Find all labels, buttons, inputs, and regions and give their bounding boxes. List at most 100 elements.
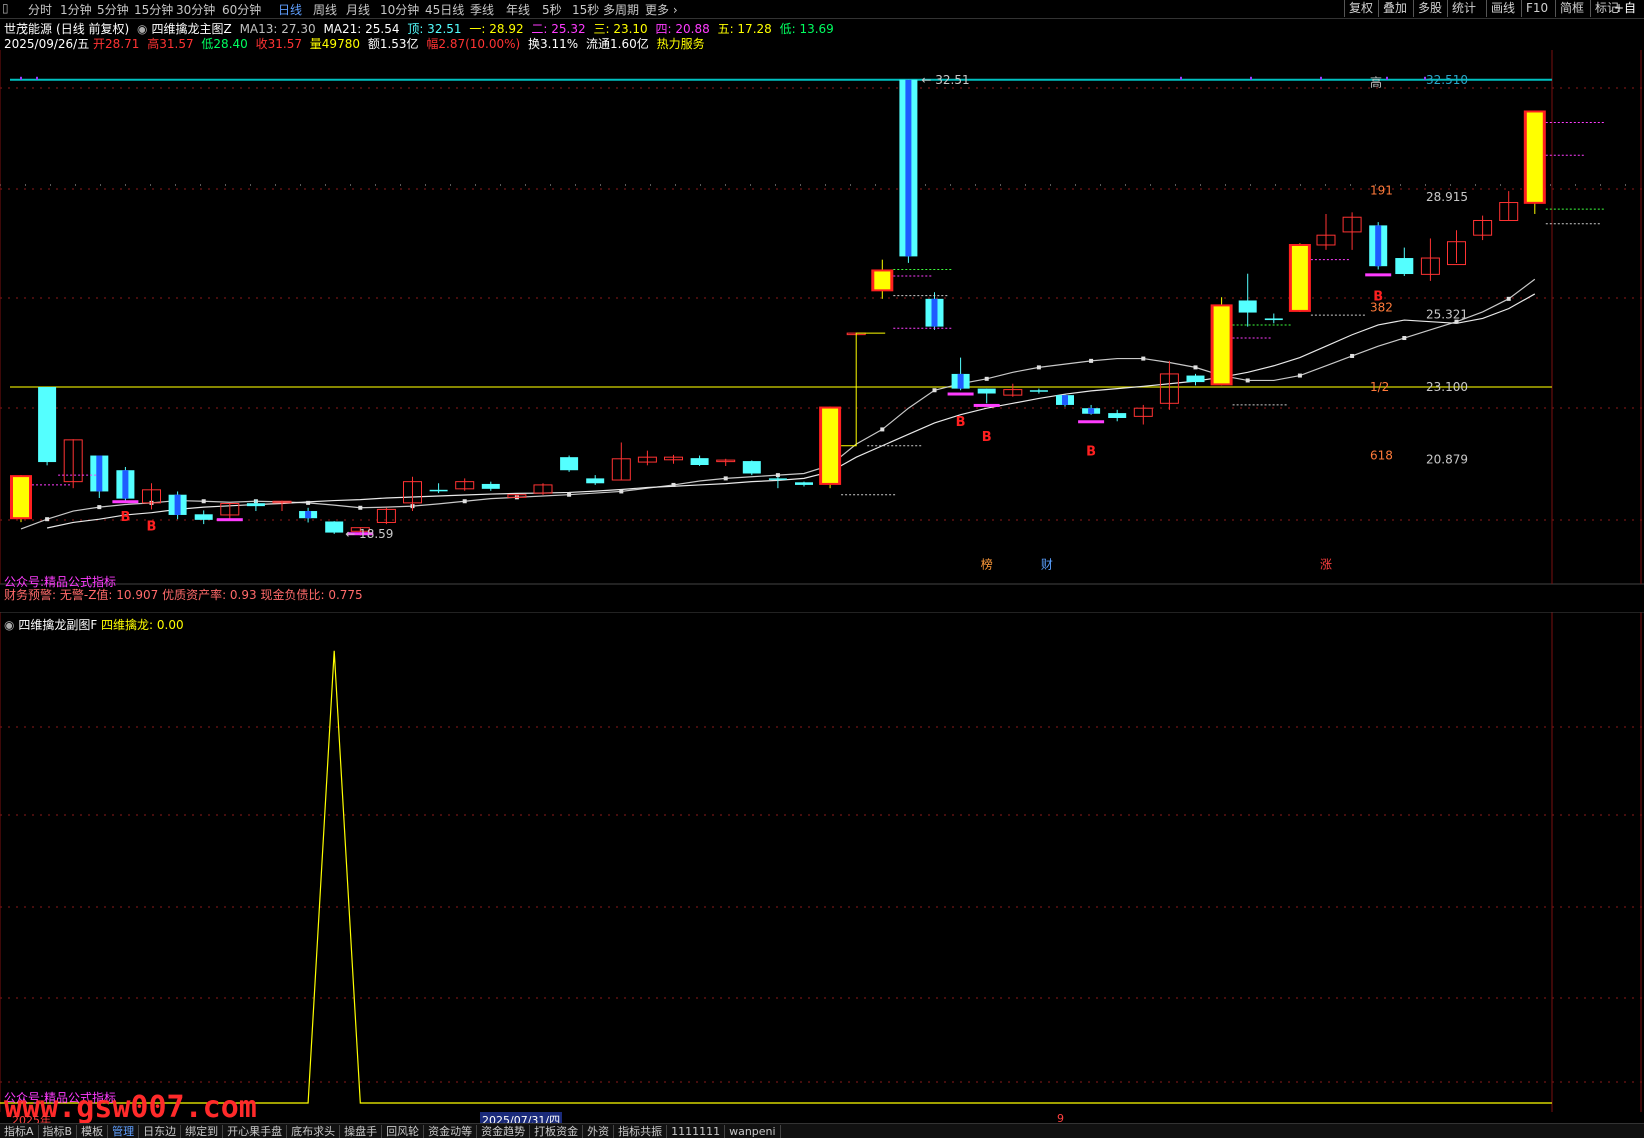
indicator-tab-12[interactable]: 打板资金 bbox=[530, 1125, 584, 1138]
level1-value: 一: 28.92 bbox=[469, 22, 524, 36]
price-label-p4: 20.879 bbox=[1426, 452, 1468, 466]
period-tab-6[interactable]: 日线 bbox=[278, 1, 302, 18]
candle-46 bbox=[1213, 306, 1230, 384]
ma13-value: MA13: 27.30 bbox=[239, 22, 316, 36]
top-tick-3 bbox=[1250, 76, 1252, 80]
ma13-dot-3 bbox=[97, 505, 102, 510]
indicator-tab-11[interactable]: 资金趋势 bbox=[477, 1125, 531, 1138]
period-tab-3[interactable]: 15分钟 bbox=[134, 1, 173, 18]
ma13-dot-11 bbox=[306, 500, 311, 505]
toolbar-button-3[interactable]: 统计 bbox=[1447, 0, 1480, 17]
candle-core-6 bbox=[174, 494, 181, 515]
period-tab-0[interactable]: 分时 bbox=[28, 1, 52, 18]
quote-volume: 量49780 bbox=[309, 37, 360, 51]
period-tab-8[interactable]: 月线 bbox=[346, 1, 370, 18]
quote-close: 收31.57 bbox=[255, 37, 302, 51]
period-tab-10[interactable]: 45日线 bbox=[425, 1, 464, 18]
indicator-tab-2[interactable]: 模板 bbox=[77, 1125, 109, 1138]
candle-core-34 bbox=[905, 79, 912, 257]
toolbar-left-icon[interactable]: ▯ bbox=[2, 1, 9, 15]
period-tab-5[interactable]: 60分钟 bbox=[222, 1, 261, 18]
indicator-name[interactable]: 四维擒龙主图Z bbox=[152, 22, 232, 36]
b-marker-4: B bbox=[1086, 445, 1096, 460]
ma13-dot-37 bbox=[984, 376, 989, 381]
price-label-p2: 25.321 bbox=[1426, 307, 1468, 321]
indicator-tab-1[interactable]: 指标B bbox=[39, 1125, 78, 1138]
period-tab-15[interactable]: 多周期 bbox=[603, 1, 639, 18]
ma13-dot-43 bbox=[1141, 356, 1146, 361]
fib-618: 618 bbox=[1370, 449, 1393, 463]
toolbar-button-2[interactable]: 多股 bbox=[1413, 0, 1446, 17]
period-tab-4[interactable]: 30分钟 bbox=[176, 1, 215, 18]
indicator-tab-3[interactable]: 管理 bbox=[108, 1125, 140, 1138]
ma13-dot-35 bbox=[932, 388, 937, 393]
ma13-dot-25 bbox=[671, 482, 676, 487]
candle-16 bbox=[429, 489, 448, 492]
indicator-tab-15[interactable]: 1111111 bbox=[667, 1125, 726, 1138]
indicator-tab-14[interactable]: 指标共振 bbox=[614, 1125, 668, 1138]
indicator-tab-8[interactable]: 操盘手 bbox=[340, 1125, 383, 1138]
period-tab-7[interactable]: 周线 bbox=[313, 1, 337, 18]
event-cai: 财 bbox=[1041, 557, 1053, 571]
toolbar-button-1[interactable]: 叠加 bbox=[1378, 0, 1411, 17]
toolbar-button-0[interactable]: 复权 bbox=[1344, 0, 1377, 17]
high-tag: 高 bbox=[1370, 75, 1382, 90]
sub-settings-icon[interactable]: ◉ bbox=[4, 618, 14, 632]
quote-float: 流通1.60亿 bbox=[586, 37, 649, 51]
toolbar-button-4[interactable]: 画线 bbox=[1486, 0, 1519, 17]
period-tab-14[interactable]: 15秒 bbox=[572, 1, 599, 18]
candle-33 bbox=[874, 271, 891, 290]
ma13-dot-51 bbox=[1350, 353, 1355, 358]
event-zhang: 涨 bbox=[1320, 556, 1332, 571]
period-tab-1[interactable]: 1分钟 bbox=[60, 1, 92, 18]
period-tab-13[interactable]: 5秒 bbox=[542, 1, 562, 18]
candle-core-35 bbox=[931, 298, 938, 327]
main-candlestick-chart[interactable]: BBBBBB32.51028.91525.32123.10020.8791913… bbox=[0, 50, 1644, 612]
sub-indicator-chart[interactable] bbox=[0, 612, 1644, 1112]
period-tab-16[interactable]: 更多 › bbox=[645, 1, 678, 18]
candle-47 bbox=[1238, 300, 1257, 313]
candle-45 bbox=[1186, 375, 1205, 383]
ma13-dot-1 bbox=[45, 517, 50, 522]
candle-18 bbox=[481, 483, 500, 489]
toolbar-button-5[interactable]: F10 bbox=[1521, 0, 1552, 17]
sub-indicator-name[interactable]: 四维擒龙副图F bbox=[18, 618, 97, 632]
toolbar-button-6[interactable]: 简框 bbox=[1555, 0, 1588, 17]
right-extra[interactable]: +自 bbox=[1610, 0, 1640, 17]
indicator-tab-16[interactable]: wanpeni bbox=[725, 1125, 781, 1138]
candle-42 bbox=[1108, 413, 1127, 418]
candle-core-11 bbox=[305, 511, 312, 519]
ma13-line bbox=[20, 278, 1536, 530]
ma13-dot-41 bbox=[1089, 358, 1094, 363]
b-marker-0: B bbox=[120, 510, 130, 525]
top-tick-0 bbox=[20, 76, 22, 80]
b-marker-2: B bbox=[956, 415, 966, 430]
ma13-dot-39 bbox=[1036, 365, 1041, 370]
indicator-tab-10[interactable]: 资金动等 bbox=[424, 1125, 478, 1138]
mag-bar-0 bbox=[112, 500, 139, 504]
period-tab-9[interactable]: 10分钟 bbox=[380, 1, 419, 18]
mag-bar-6 bbox=[1365, 273, 1392, 277]
period-tab-11[interactable]: 季线 bbox=[470, 1, 494, 18]
quote-high: 高31.57 bbox=[147, 37, 194, 51]
candle-core-4 bbox=[122, 470, 129, 499]
period-tab-2[interactable]: 5分钟 bbox=[97, 1, 129, 18]
candle-26 bbox=[690, 458, 709, 466]
indicator-tab-0[interactable]: 指标A bbox=[0, 1125, 39, 1138]
indicator-tab-4[interactable]: 日东边 bbox=[139, 1125, 182, 1138]
level5-value: 五: 17.28 bbox=[717, 22, 772, 36]
top-tick-4 bbox=[1320, 76, 1322, 80]
indicator-tab-13[interactable]: 外资 bbox=[583, 1125, 615, 1138]
ma13-dot-53 bbox=[1402, 336, 1407, 341]
indicator-settings-icon[interactable]: ◉ bbox=[137, 22, 147, 36]
top-tick-5 bbox=[1386, 76, 1388, 80]
period-tab-12[interactable]: 年线 bbox=[506, 1, 530, 18]
fib-191: 191 bbox=[1370, 183, 1393, 197]
candle-core-52 bbox=[1375, 225, 1382, 267]
mag-bar-4 bbox=[973, 403, 1000, 407]
ma13-dot-29 bbox=[775, 473, 780, 478]
indicator-tab-7[interactable]: 底布求头 bbox=[287, 1125, 341, 1138]
indicator-tab-6[interactable]: 开心果手盘 bbox=[223, 1125, 288, 1138]
indicator-tab-5[interactable]: 绑定到 bbox=[181, 1125, 224, 1138]
indicator-tab-9[interactable]: 回风轮 bbox=[382, 1125, 425, 1138]
